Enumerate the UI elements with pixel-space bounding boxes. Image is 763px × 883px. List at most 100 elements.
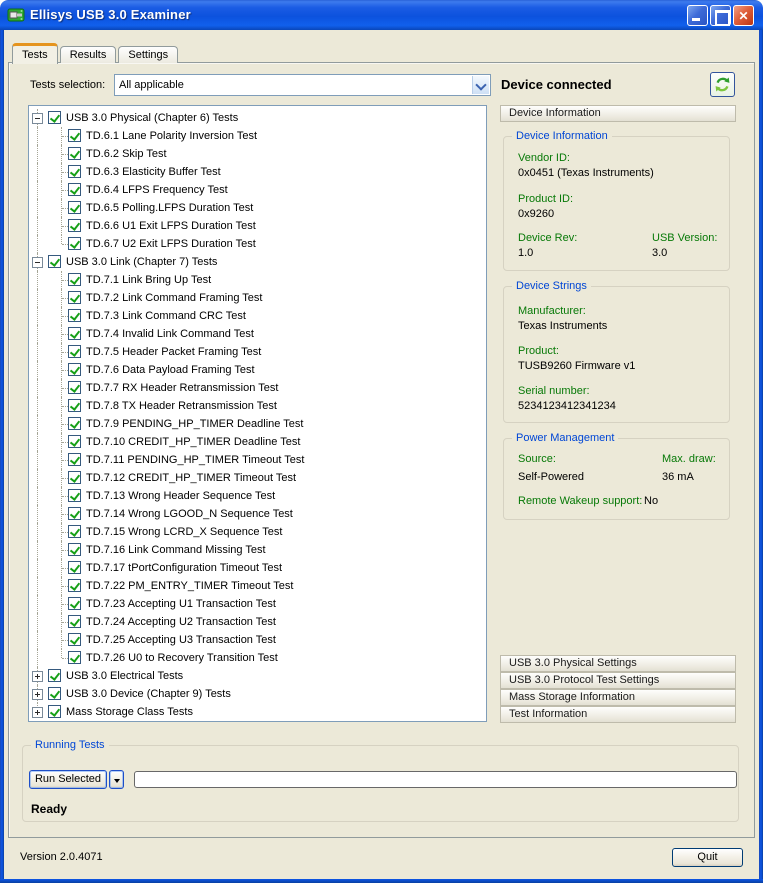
tree-checkbox[interactable] (68, 309, 81, 322)
tree-checkbox[interactable] (68, 273, 81, 286)
tree-item[interactable]: TD.7.23 Accepting U1 Transaction Test (29, 595, 486, 613)
tree-item[interactable]: TD.7.5 Header Packet Framing Test (29, 343, 486, 361)
expander-bar-usb3-protocol-test-settings[interactable]: USB 3.0 Protocol Test Settings (500, 672, 736, 689)
tree-checkbox[interactable] (68, 633, 81, 646)
tree-checkbox[interactable] (68, 543, 81, 556)
expander-bar-device-information[interactable]: Device Information (500, 105, 736, 122)
usb-version-label: USB Version: (652, 232, 717, 244)
group-title: Power Management (512, 432, 618, 444)
tree-item[interactable]: TD.7.4 Invalid Link Command Test (29, 325, 486, 343)
group-title: Device Information (512, 130, 612, 142)
tree-expander-icon[interactable] (32, 257, 43, 268)
tree-checkbox[interactable] (68, 183, 81, 196)
tree-item[interactable]: TD.7.8 TX Header Retransmission Test (29, 397, 486, 415)
tree-item[interactable]: TD.7.10 CREDIT_HP_TIMER Deadline Test (29, 433, 486, 451)
tree-connector-line (37, 235, 38, 253)
tree-checkbox[interactable] (68, 165, 81, 178)
tree-item[interactable]: TD.7.17 tPortConfiguration Timeout Test (29, 559, 486, 577)
tree-checkbox[interactable] (68, 327, 81, 340)
tree-item[interactable]: TD.6.4 LFPS Frequency Test (29, 181, 486, 199)
tree-item[interactable]: TD.6.3 Elasticity Buffer Test (29, 163, 486, 181)
tree-expander-icon[interactable] (32, 671, 43, 682)
tree-checkbox[interactable] (68, 489, 81, 502)
tree-checkbox[interactable] (68, 147, 81, 160)
tree-checkbox[interactable] (68, 615, 81, 628)
tree-checkbox[interactable] (68, 507, 81, 520)
tree-item[interactable]: TD.7.2 Link Command Framing Test (29, 289, 486, 307)
tree-item[interactable]: TD.7.7 RX Header Retransmission Test (29, 379, 486, 397)
tree-item[interactable]: TD.7.12 CREDIT_HP_TIMER Timeout Test (29, 469, 486, 487)
tests-selection-dropdown[interactable]: All applicable (114, 74, 491, 96)
expander-bar-test-information[interactable]: Test Information (500, 706, 736, 723)
tree-checkbox[interactable] (68, 453, 81, 466)
run-options-dropdown-button[interactable] (109, 770, 124, 789)
tree-checkbox[interactable] (48, 687, 61, 700)
tree-connector-line (61, 649, 62, 658)
tree-checkbox[interactable] (68, 345, 81, 358)
tree-item[interactable]: USB 3.0 Electrical Tests (29, 667, 486, 685)
tree-checkbox[interactable] (68, 219, 81, 232)
tree-item[interactable]: TD.7.6 Data Payload Framing Test (29, 361, 486, 379)
tree-item[interactable]: TD.6.2 Skip Test (29, 145, 486, 163)
tree-connector-line (37, 217, 38, 235)
quit-button[interactable]: Quit (672, 848, 743, 867)
tree-expander-icon[interactable] (32, 707, 43, 718)
tree-checkbox[interactable] (68, 435, 81, 448)
tests-tree[interactable]: USB 3.0 Physical (Chapter 6) Tests TD.6.… (28, 105, 487, 722)
tree-item[interactable]: TD.7.11 PENDING_HP_TIMER Timeout Test (29, 451, 486, 469)
tree-item[interactable]: TD.6.5 Polling.LFPS Duration Test (29, 199, 486, 217)
tree-expander-icon[interactable] (32, 689, 43, 700)
tree-checkbox[interactable] (48, 255, 61, 268)
tab[interactable]: Settings (118, 46, 178, 63)
refresh-button[interactable] (710, 72, 735, 97)
tree-checkbox[interactable] (68, 237, 81, 250)
tree-item[interactable]: Mass Storage Class Tests (29, 703, 486, 721)
tree-checkbox[interactable] (68, 579, 81, 592)
tree-item[interactable]: TD.7.25 Accepting U3 Transaction Test (29, 631, 486, 649)
tree-checkbox[interactable] (68, 525, 81, 538)
tree-item[interactable]: TD.6.6 U1 Exit LFPS Duration Test (29, 217, 486, 235)
tree-item[interactable]: TD.6.7 U2 Exit LFPS Duration Test (29, 235, 486, 253)
tree-expander-icon[interactable] (32, 113, 43, 124)
tree-item[interactable]: USB 3.0 Link (Chapter 7) Tests (29, 253, 486, 271)
tree-item[interactable]: USB 3.0 Physical (Chapter 6) Tests (29, 109, 486, 127)
tree-item[interactable]: TD.7.1 Link Bring Up Test (29, 271, 486, 289)
tree-checkbox[interactable] (68, 291, 81, 304)
expander-bar-mass-storage-information[interactable]: Mass Storage Information (500, 689, 736, 706)
tree-item[interactable]: TD.7.14 Wrong LGOOD_N Sequence Test (29, 505, 486, 523)
tree-checkbox[interactable] (48, 669, 61, 682)
tree-checkbox[interactable] (48, 111, 61, 124)
tree-checkbox[interactable] (68, 381, 81, 394)
tree-item[interactable]: USB 3.0 Device (Chapter 9) Tests (29, 685, 486, 703)
maximize-button[interactable] (710, 5, 731, 26)
close-button[interactable] (733, 5, 754, 26)
tree-item[interactable]: TD.7.15 Wrong LCRD_X Sequence Test (29, 523, 486, 541)
tree-checkbox[interactable] (48, 705, 61, 718)
tree-connector-line (37, 595, 38, 613)
tree-checkbox[interactable] (68, 399, 81, 412)
tree-checkbox[interactable] (68, 417, 81, 430)
tree-item[interactable]: TD.7.16 Link Command Missing Test (29, 541, 486, 559)
tree-connector-line (37, 343, 38, 361)
title-bar[interactable]: Ellisys USB 3.0 Examiner (0, 0, 763, 30)
tree-item[interactable]: TD.7.22 PM_ENTRY_TIMER Timeout Test (29, 577, 486, 595)
tree-checkbox[interactable] (68, 597, 81, 610)
tree-checkbox[interactable] (68, 129, 81, 142)
run-selected-button[interactable]: Run Selected (29, 770, 107, 789)
tree-item[interactable]: TD.7.26 U0 to Recovery Transition Test (29, 649, 486, 667)
tree-checkbox[interactable] (68, 471, 81, 484)
tree-item[interactable]: TD.7.9 PENDING_HP_TIMER Deadline Test (29, 415, 486, 433)
tree-checkbox[interactable] (68, 561, 81, 574)
minimize-button[interactable] (687, 5, 708, 26)
chevron-down-icon[interactable] (472, 76, 489, 94)
tree-item[interactable]: TD.7.3 Link Command CRC Test (29, 307, 486, 325)
tree-item[interactable]: TD.6.1 Lane Polarity Inversion Test (29, 127, 486, 145)
tree-item[interactable]: TD.7.24 Accepting U2 Transaction Test (29, 613, 486, 631)
tab[interactable]: Tests (12, 43, 58, 64)
expander-bar-usb3-physical-settings[interactable]: USB 3.0 Physical Settings (500, 655, 736, 672)
tab[interactable]: Results (60, 46, 117, 63)
tree-checkbox[interactable] (68, 363, 81, 376)
tree-checkbox[interactable] (68, 201, 81, 214)
tree-checkbox[interactable] (68, 651, 81, 664)
tree-item[interactable]: TD.7.13 Wrong Header Sequence Test (29, 487, 486, 505)
